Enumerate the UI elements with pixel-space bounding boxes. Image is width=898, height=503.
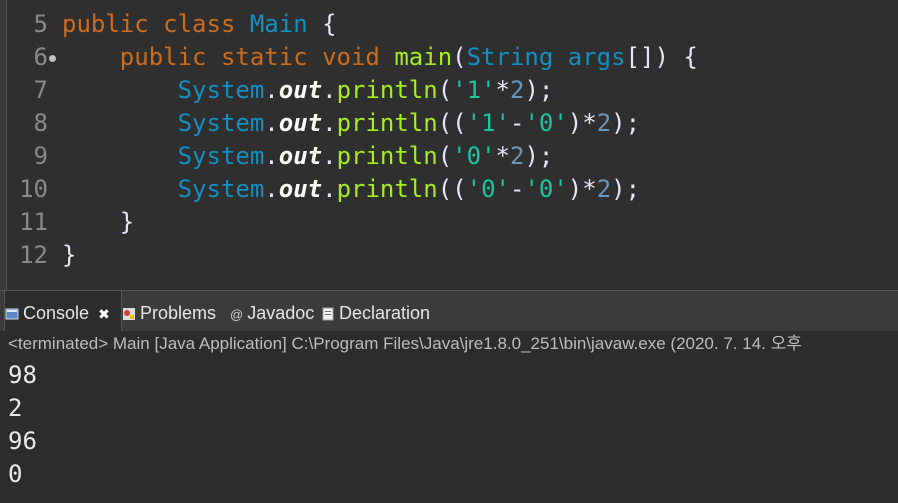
code-token: System [62, 175, 265, 203]
code-token: 2 [596, 109, 612, 137]
code-token: out [278, 76, 323, 104]
code-token: '0' [524, 109, 568, 137]
code-token: ); [524, 76, 554, 104]
close-icon[interactable]: ✖ [98, 306, 110, 322]
bottom-panel-tabbar: Console ✖ Problems @ Javadoc Declaration [0, 290, 898, 332]
line-number: 12 [19, 241, 48, 269]
code-token: ); [524, 142, 554, 170]
line-number: 8 [33, 109, 48, 137]
code-token: . [264, 76, 279, 104]
tab-problems-label: Problems [140, 303, 217, 323]
code-line: System.out.println(('1'-'0')*2); [62, 107, 640, 140]
code-token: 2 [509, 76, 525, 104]
tab-console[interactable]: Console ✖ [4, 291, 122, 332]
code-line: } [62, 239, 76, 272]
code-token: '1' [466, 109, 510, 137]
code-token: out [278, 175, 323, 203]
line-number: 6 [33, 43, 48, 71]
fold-marker-icon[interactable] [49, 55, 56, 62]
code-token: (( [437, 175, 467, 203]
tab-javadoc[interactable]: @ Javadoc [230, 291, 314, 332]
code-token: public static void [62, 43, 395, 71]
code-token: } [62, 208, 135, 236]
at-icon: @ [230, 307, 244, 322]
code-line: public static void main(String args[]) { [62, 41, 698, 74]
tab-javadoc-label: Javadoc [247, 303, 315, 323]
code-token: . [322, 175, 337, 203]
code-token: . [322, 109, 337, 137]
console-output-line: 96 [8, 427, 37, 455]
code-token: { [307, 10, 337, 38]
code-token: main [394, 43, 453, 71]
line-number: 5 [33, 10, 48, 38]
code-token: Main [249, 10, 308, 38]
code-token: System [62, 142, 265, 170]
code-token: ( [437, 76, 453, 104]
code-token: . [264, 109, 279, 137]
code-token: '0' [452, 142, 496, 170]
code-token: ( [452, 43, 467, 71]
code-line: System.out.println('0'*2); [62, 140, 554, 173]
code-token: '0' [466, 175, 510, 203]
tab-console-label: Console [23, 303, 90, 323]
code-token: (( [437, 109, 467, 137]
code-token: println [336, 175, 438, 203]
code-token: - [509, 175, 525, 203]
console-output-line: 0 [8, 460, 23, 488]
code-line: public class Main { [62, 8, 337, 41]
line-number: 9 [33, 142, 48, 170]
code-token: out [278, 142, 323, 170]
code-token: out [278, 109, 323, 137]
code-token: []) { [625, 43, 698, 71]
editor-left-ruler [0, 0, 7, 290]
code-line: System.out.println('1'*2); [62, 74, 554, 107]
code-token: '1' [452, 76, 496, 104]
line-number: 11 [19, 208, 48, 236]
code-token: - [509, 109, 525, 137]
line-number: 7 [33, 76, 48, 104]
code-token: )* [567, 175, 597, 203]
code-token: } [62, 241, 77, 269]
code-token: 2 [509, 142, 525, 170]
code-token: ( [437, 142, 453, 170]
code-token: ); [611, 175, 641, 203]
code-token: . [322, 76, 337, 104]
code-token: . [322, 142, 337, 170]
code-token: * [495, 76, 510, 104]
line-number: 10 [19, 175, 48, 203]
problems-icon [122, 293, 136, 320]
console-output-line: 2 [8, 394, 23, 422]
tab-declaration[interactable]: Declaration [321, 291, 430, 332]
code-token: 2 [596, 175, 612, 203]
code-line: } [62, 206, 134, 239]
code-editor[interactable]: 5 public class Main {6 public static void… [0, 0, 898, 290]
code-token: String [466, 43, 554, 71]
console-status-line: <terminated> Main [Java Application] C:\… [0, 331, 898, 357]
console-output-line: 98 [8, 361, 37, 389]
code-token: args [553, 43, 626, 71]
code-token: println [336, 109, 438, 137]
code-token: public class [62, 10, 250, 38]
code-token: System [62, 76, 265, 104]
code-token: '0' [524, 175, 568, 203]
console-output[interactable]: 98 2 96 0 [0, 357, 898, 503]
code-token: println [336, 142, 438, 170]
console-icon [5, 293, 19, 320]
code-token: . [264, 175, 279, 203]
code-token: )* [567, 109, 597, 137]
code-token: println [336, 76, 438, 104]
code-token: . [264, 142, 279, 170]
tab-declaration-label: Declaration [339, 303, 431, 323]
code-token: * [495, 142, 510, 170]
code-token: ); [611, 109, 641, 137]
tab-problems[interactable]: Problems [122, 291, 216, 332]
code-token: System [62, 109, 265, 137]
code-line: System.out.println(('0'-'0')*2); [62, 173, 640, 206]
declaration-icon [321, 293, 335, 321]
